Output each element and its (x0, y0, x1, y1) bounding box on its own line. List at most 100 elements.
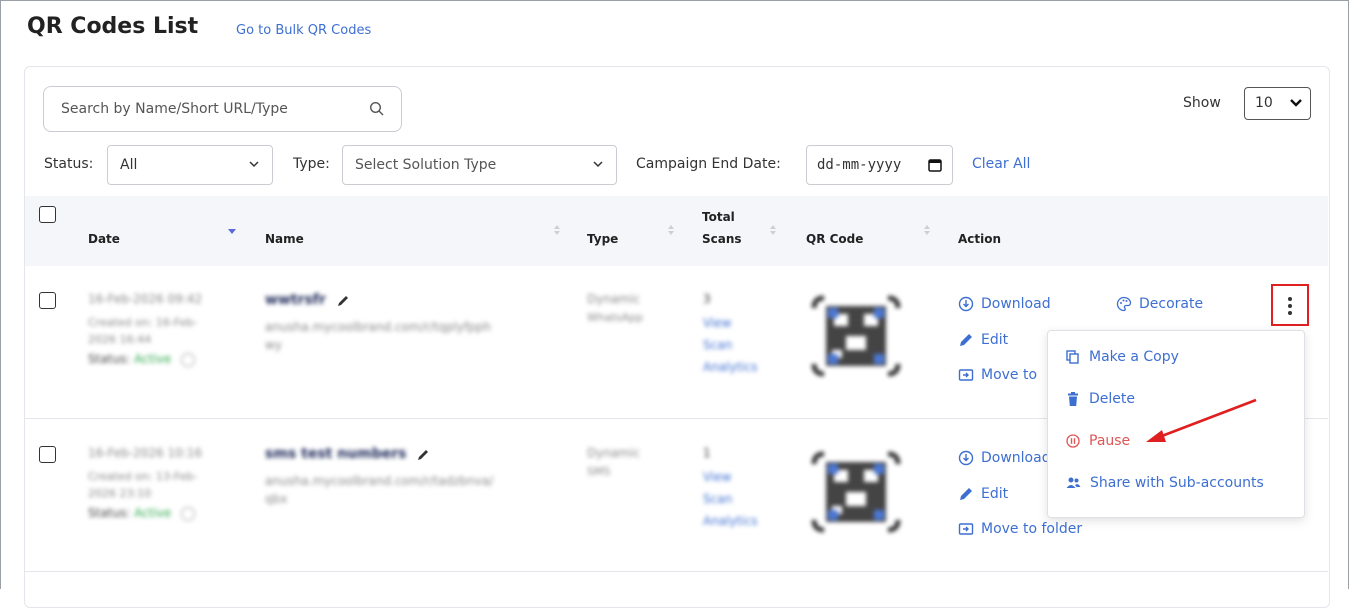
info-icon[interactable] (181, 506, 196, 521)
type-filter-select[interactable]: Select Solution Type (342, 145, 617, 185)
short-url-line1[interactable]: anusha.mycoolbrand.com/r/tadzbnva/ (265, 474, 555, 488)
sort-icon[interactable] (667, 224, 675, 236)
column-header-total-scans[interactable]: Total Scans (702, 210, 742, 246)
users-icon (1066, 477, 1081, 488)
created-on-line2: 2026 16:44 (88, 333, 152, 346)
status-filter-select[interactable]: All (107, 145, 273, 185)
move-to-folder-action[interactable]: Move to folder (958, 521, 1082, 537)
qr-name[interactable]: sms test numbers (265, 446, 407, 462)
calendar-icon[interactable] (928, 158, 942, 172)
type-value: Dynamic (587, 446, 640, 460)
view-scan-analytics-link[interactable]: View Scan Analytics (703, 470, 758, 528)
date-cell: 16-Feb-2026 10:16 Created on: 13-Feb- 20… (88, 446, 238, 521)
search-icon[interactable] (369, 101, 385, 117)
sort-desc-icon[interactable] (228, 226, 236, 238)
short-url-line1[interactable]: anusha.mycoolbrand.com/r/tqplyfpph (265, 320, 555, 334)
pencil-icon (960, 334, 972, 346)
decorate-label: Decorate (1139, 296, 1204, 312)
download-action[interactable]: Download (958, 450, 1051, 466)
edit-action[interactable]: Edit (958, 486, 1008, 502)
campaign-end-date-label: Campaign End Date: (636, 156, 781, 172)
created-on-line1: Created on: 16-Feb- (88, 316, 198, 329)
bulk-qr-codes-link[interactable]: Go to Bulk QR Codes (236, 23, 371, 38)
decorate-action[interactable]: Decorate (1116, 296, 1203, 312)
edit-label: Edit (981, 486, 1009, 502)
pause-menu-item[interactable]: Pause (1066, 433, 1130, 449)
column-header-total-line1: Total (702, 210, 735, 224)
status-filter-label: Status: (44, 156, 94, 172)
make-copy-label: Make a Copy (1089, 349, 1179, 365)
qr-name[interactable]: wwtrsfr (265, 292, 326, 308)
column-header-type[interactable]: Type (587, 232, 618, 246)
table-header (25, 196, 1328, 266)
page-title: QR Codes List (27, 14, 199, 39)
analytics-line[interactable]: Analytics (703, 360, 758, 374)
more-dot (1288, 304, 1292, 308)
share-sub-accounts-label: Share with Sub-accounts (1090, 475, 1264, 491)
status-label: Status: (88, 506, 131, 520)
date-value: 16-Feb-2026 09:42 (88, 292, 203, 306)
search-input[interactable]: Search by Name/Short URL/Type (61, 101, 288, 117)
more-actions-button[interactable] (1271, 284, 1309, 326)
sort-icon[interactable] (923, 224, 931, 236)
search-box[interactable]: Search by Name/Short URL/Type (43, 86, 402, 132)
column-header-qr-code: QR Code (806, 232, 864, 246)
view-line[interactable]: View (703, 470, 758, 484)
subtype-value: SMS (587, 465, 611, 478)
show-count-select[interactable]: 10 (1244, 87, 1311, 120)
qr-code-image[interactable] (806, 288, 906, 384)
sort-icon[interactable] (769, 224, 777, 236)
type-filter-value: Select Solution Type (355, 157, 497, 173)
move-to-label: Move to (981, 367, 1038, 383)
share-sub-accounts-menu-item[interactable]: Share with Sub-accounts (1066, 475, 1264, 491)
copy-icon (1066, 350, 1079, 364)
campaign-end-date-input[interactable]: dd-mm-yyyy (806, 145, 953, 185)
analytics-line[interactable]: Analytics (703, 514, 758, 528)
column-header-action: Action (958, 232, 1002, 246)
chevron-down-icon (249, 161, 259, 168)
row-checkbox[interactable] (39, 446, 56, 463)
edit-action[interactable]: Edit (958, 332, 1008, 348)
view-line[interactable]: View (703, 316, 758, 330)
scans-cell: 3 View Scan Analytics (703, 292, 758, 374)
short-url-line2[interactable]: wy (265, 338, 555, 352)
column-header-date[interactable]: Date (88, 232, 120, 246)
scans-cell: 1 View Scan Analytics (703, 446, 758, 528)
download-label: Download (981, 450, 1051, 466)
pause-label: Pause (1089, 433, 1131, 449)
sort-icon[interactable] (553, 224, 561, 236)
select-all-checkbox[interactable] (39, 206, 56, 223)
view-scan-analytics-link[interactable]: View Scan Analytics (703, 316, 758, 374)
delete-menu-item[interactable]: Delete (1066, 391, 1135, 407)
info-icon[interactable] (181, 352, 196, 367)
palette-icon (1116, 296, 1132, 312)
type-filter-label: Type: (293, 156, 330, 172)
edit-label: Edit (981, 332, 1009, 348)
scan-line[interactable]: Scan (703, 492, 758, 506)
scan-count: 1 (703, 446, 711, 460)
make-copy-menu-item[interactable]: Make a Copy (1066, 349, 1179, 365)
move-to-folder-label: Move to folder (981, 521, 1083, 537)
created-on-line1: Created on: 13-Feb- (88, 470, 198, 483)
qr-code-image[interactable] (806, 444, 906, 540)
row-checkbox[interactable] (39, 292, 56, 309)
more-dot (1288, 311, 1292, 315)
scan-line[interactable]: Scan (703, 338, 758, 352)
move-to-folder-action[interactable]: Move to (958, 367, 1037, 383)
column-header-name[interactable]: Name (265, 232, 304, 246)
date-value: 16-Feb-2026 10:16 (88, 446, 203, 460)
date-cell: 16-Feb-2026 09:42 Created on: 16-Feb- 20… (88, 292, 238, 367)
clear-all-link[interactable]: Clear All (972, 156, 1030, 172)
pencil-icon (960, 488, 972, 500)
status-line: Status: Active (88, 352, 238, 367)
type-value: Dynamic (587, 292, 640, 306)
chevron-down-icon (1290, 99, 1302, 107)
download-label: Download (981, 296, 1051, 312)
campaign-end-date-value: dd-mm-yyyy (817, 157, 902, 173)
name-cell: sms test numbers anusha.mycoolbrand.com/… (265, 446, 555, 506)
edit-name-icon[interactable] (416, 448, 430, 462)
download-action[interactable]: Download (958, 296, 1051, 312)
short-url-line2[interactable]: qbx (265, 492, 555, 506)
chevron-down-icon (593, 161, 603, 168)
edit-name-icon[interactable] (336, 294, 350, 308)
